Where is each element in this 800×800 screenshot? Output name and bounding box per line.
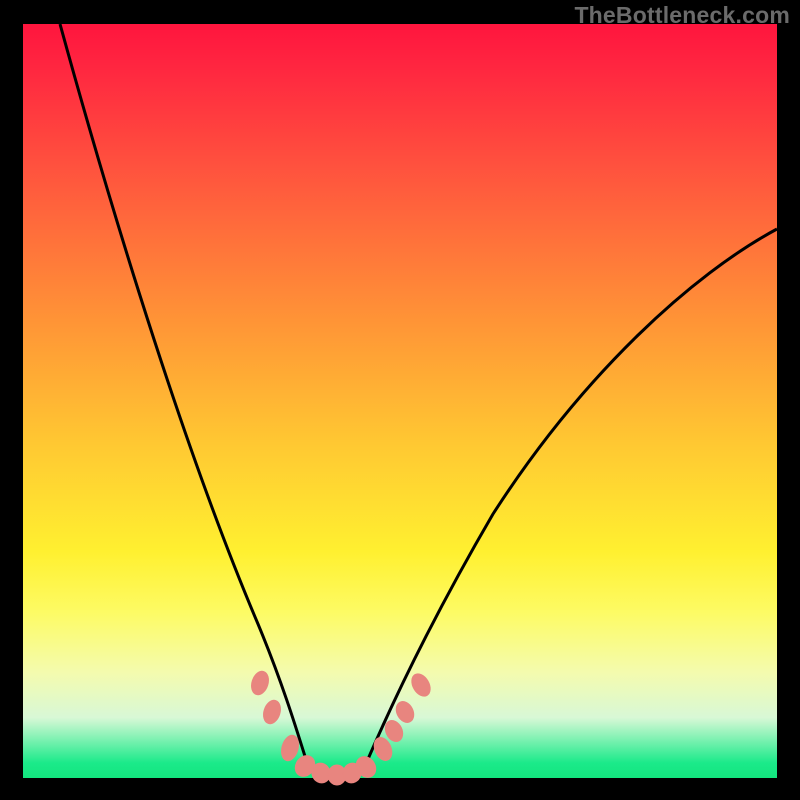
gradient-plot-area [23, 24, 777, 778]
marker-bead [261, 698, 284, 726]
curve-left-branch [60, 24, 308, 766]
bottleneck-curve [23, 24, 777, 778]
marker-bead [249, 669, 272, 697]
marker-bead [408, 671, 434, 700]
marker-group [249, 669, 434, 785]
